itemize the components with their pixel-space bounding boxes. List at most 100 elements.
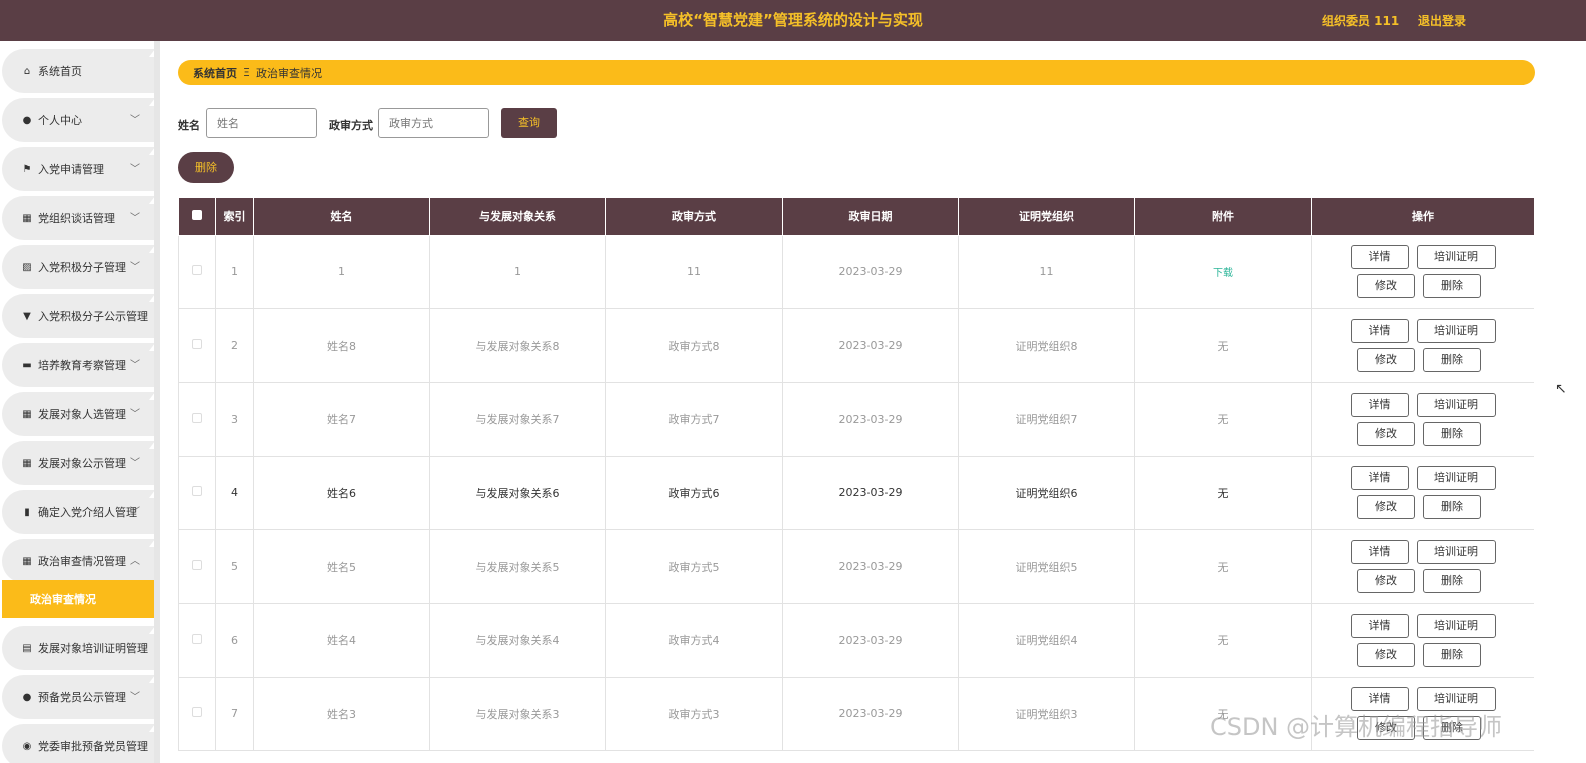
row-select-cell[interactable] — [178, 676, 216, 752]
row-checkbox[interactable] — [192, 560, 202, 571]
header-name: 姓名 — [253, 198, 430, 236]
sidebar-item-11[interactable]: ▦ 政治审查情况管理 ︿ — [2, 539, 154, 583]
sidebar-item-4[interactable]: ▦ 党组织谈话管理 ﹀ — [2, 196, 154, 240]
header-method: 政审方式 — [605, 198, 783, 236]
chevron-down-icon: ﹀ — [130, 507, 140, 518]
select-all-checkbox[interactable] — [192, 209, 202, 220]
row-select-cell[interactable] — [178, 308, 216, 383]
grid-icon: ▦ — [22, 408, 32, 420]
chevron-down-icon: ﹀ — [130, 115, 140, 126]
row-checkbox[interactable] — [192, 707, 202, 718]
row-checkbox[interactable] — [192, 265, 202, 276]
row-select-cell[interactable] — [178, 602, 216, 678]
row-checkbox[interactable] — [192, 486, 202, 497]
chevron-down-icon: ﹀ — [130, 360, 140, 371]
table-row[interactable]: 4 姓名6 与发展对象关系6 政审方式6 2023-03-29 证明党组织6 无 详情 培训证明… — [178, 455, 1534, 531]
current-user[interactable]: 组织委员 111 — [1322, 12, 1399, 29]
download-link[interactable]: 下载 — [1213, 268, 1233, 279]
table-row[interactable]: 3 姓名7 与发展对象关系7 政审方式7 2023-03-29 证明党组织7 无 详情 培训证明… — [178, 381, 1534, 457]
delete-button[interactable]: 删除 — [1423, 569, 1481, 594]
sidebar-item-2[interactable]: ● 个人中心 ﹀ — [2, 98, 154, 142]
cell-method: 11 — [605, 234, 783, 310]
sidebar-item-5[interactable]: ▨ 入党积极分子管理 ﹀ — [2, 245, 154, 289]
sidebar-item-12[interactable]: ▤ 发展对象培训证明管理 — [2, 626, 154, 670]
breadcrumb-home[interactable]: 系统首页 — [193, 65, 237, 81]
cell-date: 2023-03-29 — [782, 455, 959, 531]
sidebar-item-3[interactable]: ⚑ 入党申请管理 ﹀ — [2, 147, 154, 191]
table-row[interactable]: 6 姓名4 与发展对象关系4 政审方式4 2023-03-29 证明党组织4 无 详情 培训证明… — [178, 602, 1534, 678]
detail-button[interactable]: 详情 — [1350, 613, 1409, 638]
delete-button[interactable]: 删除 — [1423, 642, 1481, 667]
detail-button[interactable]: 详情 — [1350, 540, 1409, 565]
name-search-input[interactable] — [206, 108, 317, 138]
sidebar-item-label: 个人中心 — [38, 114, 82, 127]
edit-button[interactable]: 修改 — [1357, 495, 1415, 520]
certificate-button[interactable]: 培训证明 — [1416, 613, 1496, 638]
logout-button[interactable]: 退出登录 — [1418, 12, 1466, 29]
edit-button[interactable]: 修改 — [1357, 421, 1415, 446]
row-select-cell[interactable] — [178, 529, 216, 604]
flag-icon: ⚑ — [22, 163, 32, 175]
pin-icon: ▼ — [23, 310, 31, 322]
edit-button[interactable]: 修改 — [1357, 348, 1415, 373]
table-row[interactable]: 1 1 1 11 2023-03-29 11 下载 详情 培训证明 修改 删除 — [178, 234, 1534, 310]
cell-method: 政审方式6 — [605, 455, 783, 531]
delete-button[interactable]: 删除 — [1423, 495, 1481, 520]
detail-button[interactable]: 详情 — [1350, 466, 1409, 491]
method-search-input[interactable] — [378, 108, 489, 138]
cell-org: 证明党组织7 — [958, 381, 1135, 457]
submenu-item-political-review[interactable]: 政治审查情况 — [2, 580, 154, 618]
sidebar-item-6[interactable]: ▼ 入党积极分子公示管理 — [2, 294, 154, 338]
row-select-cell[interactable] — [178, 234, 216, 310]
certificate-button[interactable]: 培训证明 — [1416, 466, 1496, 491]
cell-org: 证明党组织5 — [958, 529, 1135, 604]
certificate-button[interactable]: 培训证明 — [1416, 392, 1496, 417]
mouse-cursor-icon: ↖ — [1555, 381, 1567, 397]
table-row[interactable]: 2 姓名8 与发展对象关系8 政审方式8 2023-03-29 证明党组织8 无 详情 培训证明… — [178, 308, 1534, 383]
edit-button[interactable]: 修改 — [1357, 274, 1415, 299]
cell-actions: 详情 培训证明 修改 删除 — [1311, 529, 1534, 604]
detail-button[interactable]: 详情 — [1350, 319, 1409, 344]
grid-icon: ▦ — [22, 555, 32, 567]
method-label: 政审方式 — [329, 119, 373, 132]
batch-delete-button[interactable]: 删除 — [178, 152, 234, 183]
sidebar-item-9[interactable]: ▦ 发展对象公示管理 ﹀ — [2, 441, 154, 485]
cell-relation: 与发展对象关系7 — [429, 381, 606, 457]
delete-button[interactable]: 删除 — [1423, 274, 1481, 299]
certificate-button[interactable]: 培训证明 — [1416, 540, 1496, 565]
sidebar-item-1[interactable]: ⌂ 系统首页 — [2, 49, 154, 93]
cell-method: 政审方式4 — [605, 602, 783, 678]
row-checkbox[interactable] — [192, 633, 202, 644]
top-header-bar: 高校“智慧党建”管理系统的设计与实现 组织委员 111 退出登录 — [0, 0, 1586, 41]
row-checkbox[interactable] — [192, 339, 202, 350]
sidebar-item-8[interactable]: ▦ 发展对象人选管理 ﹀ — [2, 392, 154, 436]
user-icon: ● — [22, 691, 32, 703]
cell-name: 姓名3 — [253, 676, 430, 752]
edit-button[interactable]: 修改 — [1357, 642, 1415, 667]
data-table: 索引 姓名 与发展对象关系 政审方式 政审日期 证明党组织 附件 操作 11 11… — [178, 198, 1534, 763]
sidebar-item-label: 入党申请管理 — [38, 163, 104, 176]
sidebar-item-label: 预备党员公示管理 — [38, 691, 126, 704]
sidebar-item-13[interactable]: ● 预备党员公示管理 ﹀ — [2, 675, 154, 719]
detail-button[interactable]: 详情 — [1350, 245, 1409, 270]
certificate-button[interactable]: 培训证明 — [1416, 319, 1496, 344]
sidebar-item-14[interactable]: ◉ 党委审批预备党员管理 — [2, 724, 154, 763]
header-select-all[interactable] — [178, 198, 216, 236]
table-row[interactable]: 5 姓名5 与发展对象关系5 政审方式5 2023-03-29 证明党组织5 无 详情 培训证明… — [178, 529, 1534, 604]
sidebar-item-label: 党组织谈话管理 — [38, 212, 115, 225]
attachment-none: 无 — [1217, 486, 1229, 500]
row-select-cell[interactable] — [178, 455, 216, 531]
cell-attachment: 无 — [1134, 529, 1312, 604]
table-header-row: 索引 姓名 与发展对象关系 政审方式 政审日期 证明党组织 附件 操作 — [178, 198, 1534, 236]
certificate-button[interactable]: 培训证明 — [1416, 245, 1496, 270]
sidebar-item-7[interactable]: ▬ 培养教育考察管理 ﹀ — [2, 343, 154, 387]
query-button[interactable]: 查询 — [501, 108, 557, 138]
detail-button[interactable]: 详情 — [1350, 392, 1409, 417]
delete-button[interactable]: 删除 — [1423, 348, 1481, 373]
delete-button[interactable]: 删除 — [1423, 421, 1481, 446]
row-select-cell[interactable] — [178, 381, 216, 457]
sidebar-item-10[interactable]: ▮ 确定入党介绍人管理 ﹀ — [2, 490, 154, 534]
row-checkbox[interactable] — [192, 412, 202, 423]
cell-org: 11 — [958, 234, 1135, 310]
edit-button[interactable]: 修改 — [1357, 569, 1415, 594]
